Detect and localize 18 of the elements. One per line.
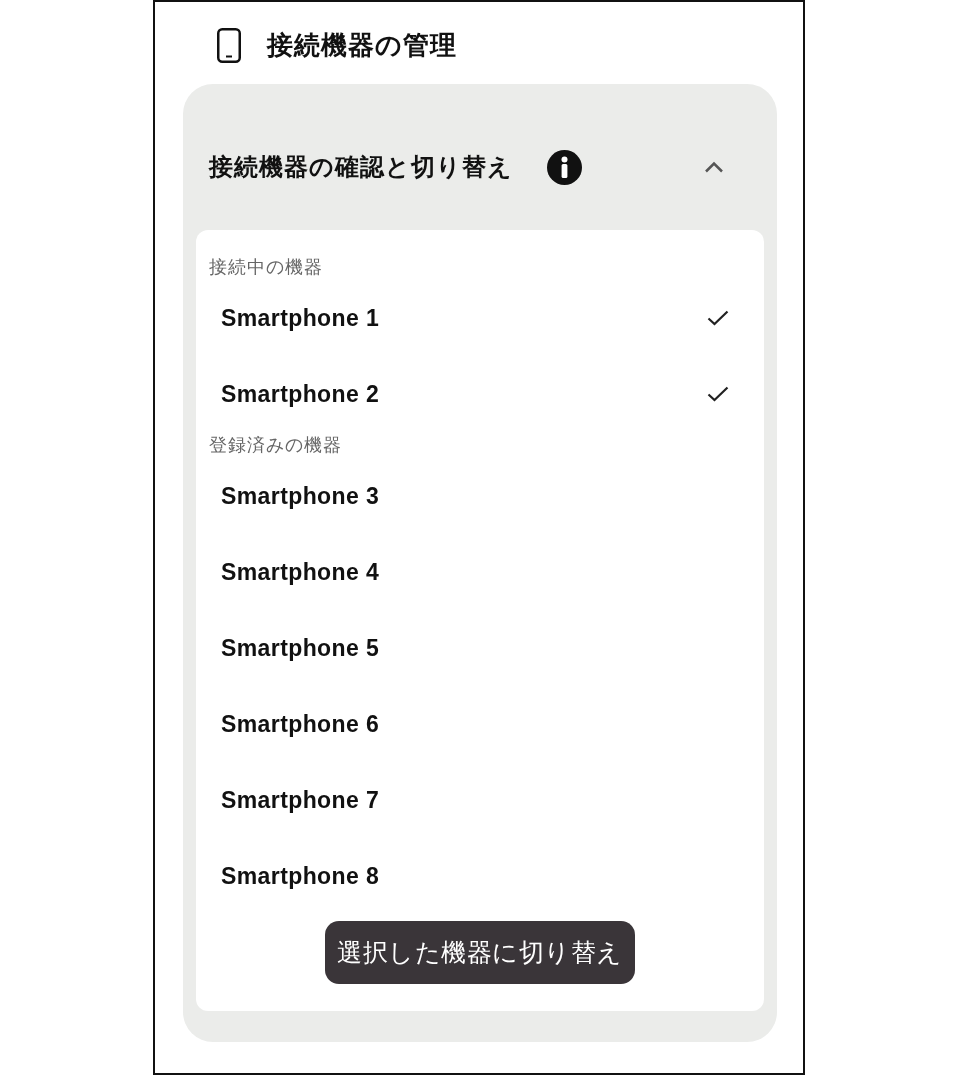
device-item[interactable]: Smartphone 7	[196, 762, 764, 838]
device-item[interactable]: Smartphone 2	[196, 356, 764, 432]
device-item[interactable]: Smartphone 4	[196, 534, 764, 610]
device-item[interactable]: Smartphone 8	[196, 838, 764, 914]
switch-device-button[interactable]: 選択した機器に切り替え	[325, 921, 635, 984]
group-label: 接続中の機器	[208, 255, 323, 279]
page-title: 接続機器の管理	[267, 28, 457, 62]
device-item[interactable]: Smartphone 3	[196, 458, 764, 534]
info-icon[interactable]	[547, 149, 582, 185]
check-icon	[707, 310, 729, 326]
device-item[interactable]: Smartphone 6	[196, 686, 764, 762]
chevron-up-icon[interactable]	[704, 161, 724, 173]
section-title: 接続機器の確認と切り替え	[209, 152, 513, 183]
check-icon	[707, 386, 729, 402]
device-item[interactable]: Smartphone 1	[196, 280, 764, 356]
smartphone-icon	[217, 27, 241, 63]
device-item[interactable]: Smartphone 5	[196, 610, 764, 686]
group-label: 登録済みの機器	[208, 433, 342, 457]
